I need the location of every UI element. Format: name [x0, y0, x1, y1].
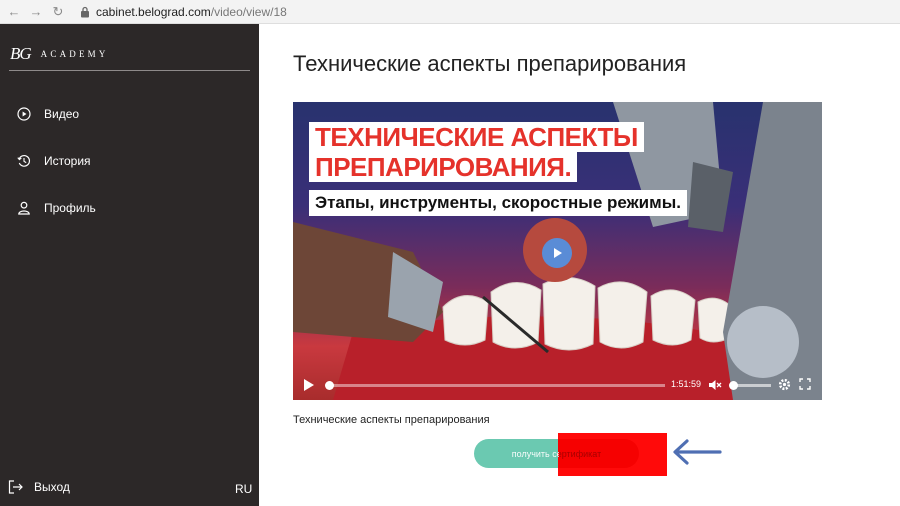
play-circle-icon [17, 107, 31, 121]
video-headline-1: ТЕХНИЧЕСКИЕ АСПЕКТЫ [309, 122, 644, 152]
url-path: /video/view/18 [210, 4, 287, 19]
video-headline-2: ПРЕПАРИРОВАНИЯ. [309, 152, 578, 182]
sidebar-item-video[interactable]: Видео [17, 107, 79, 121]
play-overlay-button[interactable] [542, 238, 572, 268]
back-icon[interactable]: ← [6, 4, 22, 20]
logout-label: Выход [34, 480, 70, 494]
video-player[interactable]: ТЕХНИЧЕСКИЕ АСПЕКТЫ ПРЕПАРИРОВАНИЯ. Этап… [293, 102, 822, 400]
sidebar-item-label: Видео [44, 107, 80, 121]
volume-knob[interactable] [729, 381, 738, 390]
arrow-left-icon [673, 439, 722, 465]
video-caption: Технические аспекты препарирования [293, 414, 490, 426]
sidebar: BG ACADEMY Видео История Профиль Выход R… [0, 24, 259, 506]
lock-icon [81, 6, 89, 17]
browser-toolbar: ← → ↻ cabinet.belograd.com/video/view/18 [0, 0, 900, 24]
language-switch[interactable]: RU [235, 482, 252, 496]
reload-icon[interactable]: ↻ [50, 4, 66, 20]
sidebar-item-profile[interactable]: Профиль [17, 201, 96, 215]
video-duration: 1:51:59 [671, 379, 702, 389]
url-host: cabinet.belograd.com [96, 4, 211, 19]
logout-icon [8, 480, 24, 494]
user-icon [17, 201, 31, 215]
page-title: Технические аспекты препарирования [293, 51, 687, 76]
video-subline: Этапы, инструменты, скоростные режимы. [309, 190, 687, 216]
address-bar[interactable]: cabinet.belograd.com/video/view/18 [96, 5, 287, 19]
play-icon[interactable] [303, 379, 315, 391]
logout-link[interactable]: Выход [8, 480, 70, 494]
video-controls: 1:51:59 [293, 370, 822, 400]
sidebar-item-label: Профиль [44, 201, 96, 215]
play-icon [554, 248, 562, 258]
sidebar-item-label: История [44, 154, 91, 168]
mute-icon[interactable] [709, 379, 722, 391]
progress-bar[interactable] [325, 381, 665, 390]
progress-knob[interactable] [325, 381, 334, 390]
gear-icon[interactable] [778, 378, 791, 391]
certificate-button-label: получить сертификат [511, 448, 602, 459]
brand-logo: BG [10, 44, 32, 63]
brand-name: ACADEMY [40, 49, 109, 59]
brand[interactable]: BG ACADEMY [10, 44, 109, 64]
certificate-button-label-wrap: получить сертификат [474, 439, 639, 468]
history-icon [17, 154, 31, 168]
divider [9, 70, 250, 71]
sidebar-item-history[interactable]: История [17, 154, 91, 168]
fullscreen-icon[interactable] [799, 378, 811, 390]
forward-icon[interactable]: → [28, 4, 44, 20]
